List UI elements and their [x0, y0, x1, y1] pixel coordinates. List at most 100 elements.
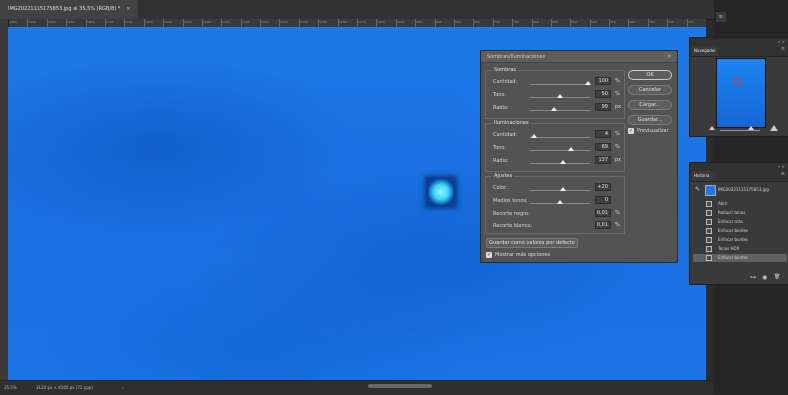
ruler-tick-label: 1400 [242, 20, 250, 24]
ruler-tick-label: 450 [610, 20, 616, 24]
highlights-tone-slider[interactable] [530, 147, 590, 151]
unit-label: % [615, 91, 620, 97]
document-tab[interactable]: IMG20221115175853.jpg al 35,5% (RGB/8) *… [0, 0, 139, 19]
zoom-in-icon[interactable] [770, 125, 778, 131]
history-item-label: Abrir [718, 201, 728, 206]
horizontal-scrollbar[interactable] [368, 384, 432, 388]
highlights-group: Iluminaciones Cantidad: 4 % Tono: 69 % R… [485, 120, 625, 172]
adjustments-group-title: Ajustes [492, 173, 515, 179]
midtones-label: Medios tonos: [493, 198, 528, 204]
shadows-radius-slider[interactable] [530, 107, 590, 111]
navigator-zoom-row [690, 125, 788, 135]
zoom-level[interactable]: 35,5% [4, 381, 17, 394]
highlights-tone-input[interactable]: 69 [595, 143, 611, 151]
camera-icon[interactable]: ◉ [762, 274, 767, 281]
unit-label: % [615, 131, 620, 137]
midtones-slider[interactable] [530, 200, 590, 204]
status-menu-arrow[interactable]: › [122, 381, 124, 394]
ruler-tick-label: 600 [552, 20, 558, 24]
history-item-label: Enfocar bordes [718, 237, 749, 242]
unit-label: % [615, 144, 620, 150]
slider-thumb[interactable] [530, 134, 537, 138]
history-state-icon [706, 210, 712, 216]
slider-thumb[interactable] [560, 187, 566, 191]
more-options-checkbox[interactable]: ✓ [486, 252, 492, 258]
shadows-amount-slider[interactable] [530, 81, 592, 85]
white-clip-input[interactable]: 0,01 [595, 221, 611, 229]
panel-menu-icon[interactable]: ≡ [781, 46, 785, 52]
snapshot-name: IMG20221115175853.jpg [718, 187, 769, 192]
history-item[interactable]: Enfocar más [693, 218, 787, 226]
ruler-tick-label: 300 [668, 20, 674, 24]
highlights-amount-input[interactable]: 4 [595, 130, 611, 138]
ruler-tick-label: 1000 [397, 20, 405, 24]
dock-menu-icon[interactable]: ≡ [716, 12, 726, 22]
panel-menu-icon[interactable]: ≡ [781, 171, 785, 177]
navigator-thumbnail[interactable] [716, 58, 766, 128]
trash-icon[interactable]: 🗑 [774, 274, 780, 280]
navigator-panel: Navegador « × ≡ [689, 37, 788, 137]
new-document-from-state-icon[interactable]: ⊶ [750, 274, 756, 281]
zoom-out-icon[interactable] [709, 126, 715, 130]
shadows-amount-input[interactable]: 100 [595, 77, 611, 85]
highlights-radius-input[interactable]: 137 [595, 156, 611, 164]
collapse-close-icon[interactable]: « × [778, 39, 785, 44]
preview-checkbox[interactable]: ✓ [628, 128, 634, 134]
slider-thumb[interactable] [560, 160, 566, 164]
ruler-tick-label: 1250 [300, 20, 308, 24]
history-panel: Historia « × ≡ ✎ IMG20221115175853.jpg A… [689, 162, 788, 285]
shadows-group: Sombras Cantidad: 100 % Tono: 50 % Radio… [485, 67, 625, 119]
load-button[interactable]: Cargar... [628, 100, 672, 110]
collapse-close-icon[interactable]: « × [778, 164, 785, 169]
color-label: Color: [493, 185, 508, 191]
more-options-label: Mostrar más opciones [495, 252, 551, 258]
ruler-tick-label: 700 [513, 20, 519, 24]
close-tab-icon[interactable]: × [126, 6, 130, 12]
ruler-tick-label: 1950 [28, 20, 36, 24]
history-item[interactable]: Enfocar bordes [693, 227, 787, 235]
history-item[interactable]: Tonos HDR [693, 245, 787, 253]
save-button[interactable]: Guardar... [628, 115, 672, 125]
ruler-tick-label: 1850 [67, 20, 75, 24]
ruler-tick-label: 1550 [184, 20, 192, 24]
ok-button[interactable]: OK [628, 70, 672, 80]
shadows-tone-slider[interactable] [530, 94, 590, 98]
slider-thumb[interactable] [585, 81, 592, 85]
history-item-selected[interactable]: Enfocar bordes [693, 254, 787, 262]
slider-thumb[interactable] [557, 94, 563, 98]
save-as-default-button[interactable]: Guardar como valores por defecto [486, 238, 578, 248]
ruler-tick-label: 850 [455, 20, 461, 24]
history-brush-icon[interactable]: ✎ [695, 186, 700, 193]
shadows-radius-input[interactable]: 99 [595, 103, 611, 111]
history-state-icon [706, 255, 712, 261]
ruler-tick-label: 1600 [164, 20, 172, 24]
history-footer: ⊶ ◉ 🗑 [690, 272, 788, 284]
tab-navigator[interactable]: Navegador [692, 46, 718, 56]
shadows-tone-input[interactable]: 50 [595, 90, 611, 98]
history-item[interactable]: Abrir [693, 200, 787, 208]
history-state-icon [706, 219, 712, 225]
tab-history[interactable]: Historia [692, 171, 716, 181]
slider-thumb[interactable] [557, 200, 563, 204]
midtones-input[interactable]: 0 [595, 196, 611, 204]
document-tab-title: IMG20221115175853.jpg al 35,5% (RGB/8) * [8, 6, 121, 12]
history-snapshot[interactable]: ✎ IMG20221115175853.jpg [693, 183, 787, 197]
highlights-amount-slider[interactable] [530, 134, 590, 138]
highlights-radius-slider[interactable] [530, 160, 590, 164]
slider-thumb[interactable] [568, 147, 575, 151]
zoom-slider-thumb[interactable] [748, 126, 754, 130]
black-clip-input[interactable]: 0,01 [595, 209, 611, 217]
color-input[interactable]: +20 [595, 183, 611, 191]
history-item[interactable]: Reducir tonos [693, 209, 787, 217]
ruler-tick-label: 250 [688, 20, 694, 24]
unit-label: % [615, 210, 620, 216]
history-item[interactable]: Enfocar bordes [693, 236, 787, 244]
zoom-slider[interactable] [720, 130, 760, 131]
color-slider[interactable] [530, 187, 590, 191]
navigator-view-box[interactable] [734, 79, 742, 85]
slider-thumb[interactable] [551, 107, 557, 111]
cancel-button[interactable]: Cancelar [628, 85, 672, 95]
history-item-label: Reducir tonos [718, 210, 746, 215]
close-icon[interactable]: × [667, 51, 672, 63]
shadows-tone-label: Tono: [493, 92, 507, 98]
